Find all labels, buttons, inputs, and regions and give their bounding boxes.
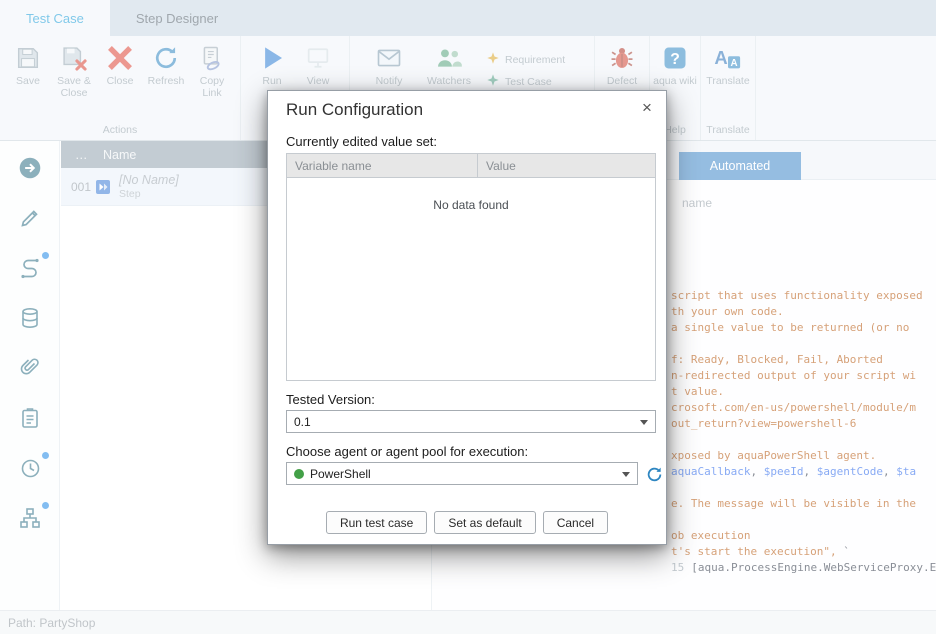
- empty-table-message: No data found: [287, 178, 655, 212]
- agent-value: PowerShell: [310, 467, 371, 481]
- refresh-icon: [646, 466, 663, 483]
- tested-version-value: 0.1: [294, 415, 311, 429]
- agent-dropdown[interactable]: PowerShell: [286, 462, 638, 485]
- agent-label: Choose agent or agent pool for execution…: [286, 444, 528, 459]
- run-configuration-dialog: Run Configuration × Currently edited val…: [267, 90, 667, 545]
- dialog-close-button[interactable]: ×: [636, 97, 658, 119]
- value-set-table: Variable name Value No data found: [286, 153, 656, 381]
- value-set-table-header: Variable name Value: [287, 154, 655, 178]
- refresh-agents-button[interactable]: [645, 465, 663, 483]
- set-as-default-button[interactable]: Set as default: [434, 511, 535, 534]
- dialog-title: Run Configuration: [286, 100, 423, 120]
- cancel-button[interactable]: Cancel: [543, 511, 608, 534]
- column-header-value[interactable]: Value: [477, 154, 655, 177]
- dialog-button-row: Run test case Set as default Cancel: [268, 511, 666, 534]
- chevron-down-icon: [622, 472, 630, 477]
- chevron-down-icon: [640, 420, 648, 425]
- column-header-variable-name[interactable]: Variable name: [287, 154, 477, 177]
- run-test-case-button[interactable]: Run test case: [326, 511, 427, 534]
- value-set-label: Currently edited value set:: [286, 134, 437, 149]
- tested-version-dropdown[interactable]: 0.1: [286, 410, 656, 433]
- tested-version-label: Tested Version:: [286, 392, 375, 407]
- agent-online-icon: [294, 469, 304, 479]
